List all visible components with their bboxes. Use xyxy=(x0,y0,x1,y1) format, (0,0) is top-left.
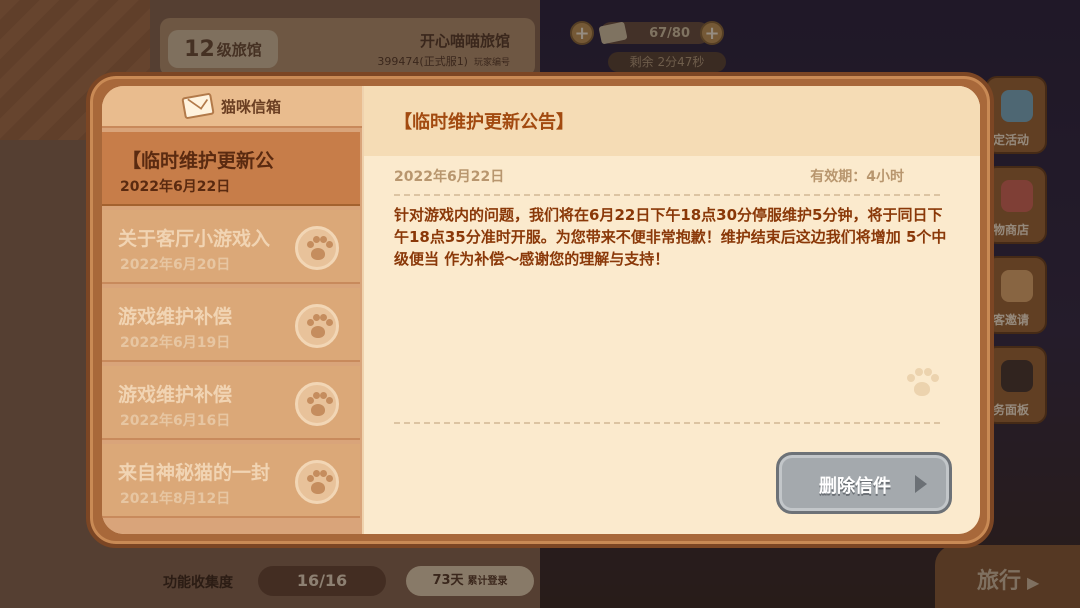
mail-item-date: 2022年6月16日 xyxy=(120,413,231,429)
mailbox-title: 猫咪信箱 xyxy=(220,97,281,116)
message-date: 2022年6月22日 xyxy=(394,169,505,185)
play-arrow-icon xyxy=(915,475,927,493)
mail-item-date: 2022年6月20日 xyxy=(120,257,231,273)
mail-item-date: 2022年6月22日 xyxy=(120,179,231,195)
divider xyxy=(394,194,940,196)
paw-icon xyxy=(295,382,339,426)
paw-icon xyxy=(295,460,339,504)
mailbox-inner: 猫咪信箱 【临时维护更新公 2022年6月22日 关于客厅小游戏入 2022年6… xyxy=(102,86,980,534)
message-title: 【临时维护更新公告】 xyxy=(394,112,574,133)
mail-item-title: 游戏维护补偿 xyxy=(118,306,233,328)
mail-item-title: 游戏维护补偿 xyxy=(118,384,233,406)
mail-item-title: 【临时维护更新公 xyxy=(122,150,275,172)
message-panel: 【临时维护更新公告】 2022年6月22日 有效期：4小时 针对游戏内的问题，我… xyxy=(364,86,980,534)
message-header: 【临时维护更新公告】 xyxy=(364,86,980,156)
mail-item-date: 2022年6月19日 xyxy=(120,335,231,351)
mail-item-title: 来自神秘猫的一封 xyxy=(118,462,271,484)
mail-item[interactable]: 游戏维护补偿 2022年6月19日 xyxy=(102,288,360,362)
divider xyxy=(394,422,940,424)
mail-item[interactable]: 【临时维护更新公 2022年6月22日 xyxy=(102,132,360,206)
delete-mail-label: 删除信件 xyxy=(819,476,891,497)
message-validity: 有效期：4小时 xyxy=(810,169,904,185)
mail-sidebar: 猫咪信箱 【临时维护更新公 2022年6月22日 关于客厅小游戏入 2022年6… xyxy=(102,86,362,534)
paw-icon xyxy=(295,304,339,348)
paw-print-icon xyxy=(904,368,940,400)
delete-mail-button[interactable]: 删除信件 xyxy=(776,452,952,514)
mail-item-date: 2021年8月12日 xyxy=(120,491,231,507)
mail-list: 【临时维护更新公 2022年6月22日 关于客厅小游戏入 2022年6月20日 … xyxy=(102,132,362,522)
mail-item[interactable]: 关于客厅小游戏入 2022年6月20日 xyxy=(102,210,360,284)
envelope-icon xyxy=(181,92,215,120)
mail-item[interactable]: 游戏维护补偿 2022年6月16日 xyxy=(102,366,360,440)
mail-item-title: 关于客厅小游戏入 xyxy=(118,228,271,250)
message-body: 针对游戏内的问题，我们将在6月22日下午18点30分停服维护5分钟，将于同日下午… xyxy=(394,206,947,268)
mail-item[interactable]: 来自神秘猫的一封 2021年8月12日 xyxy=(102,444,360,518)
mailbox-header: 猫咪信箱 xyxy=(102,86,362,128)
mailbox-modal: 猫咪信箱 【临时维护更新公 2022年6月22日 关于客厅小游戏入 2022年6… xyxy=(86,72,994,548)
paw-icon xyxy=(295,226,339,270)
